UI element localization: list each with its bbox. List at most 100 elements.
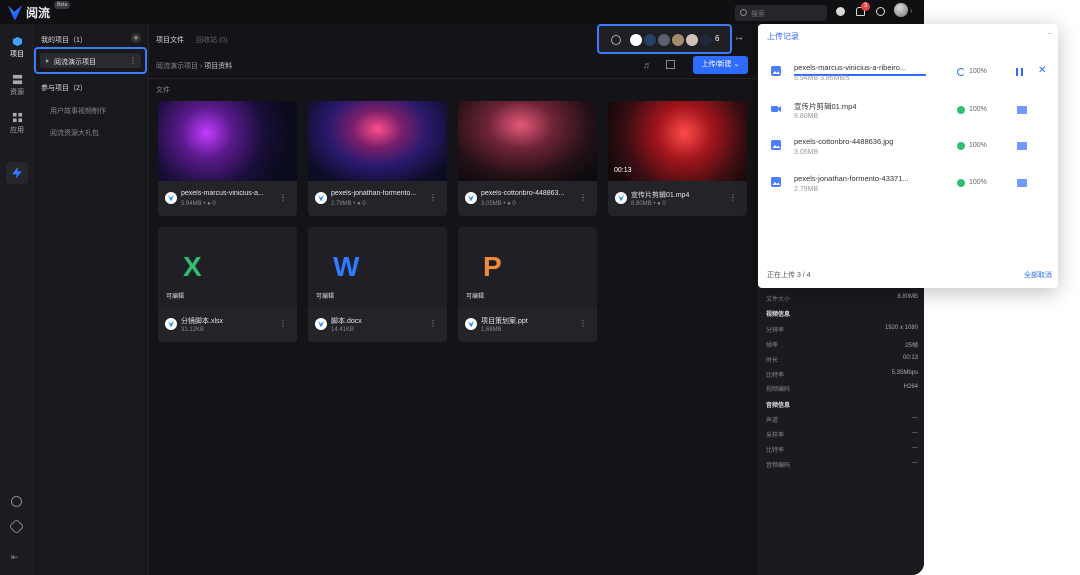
more-icon[interactable]: ⋮ (729, 193, 737, 202)
rail-item-projects[interactable]: 项目 (0, 36, 34, 59)
rail-item-resources[interactable]: 资源 (0, 74, 34, 97)
app-logo[interactable]: 阅流 (8, 4, 50, 21)
section-label: 文件 (156, 87, 170, 94)
detail-value: 8.80MB (897, 294, 918, 300)
more-icon[interactable]: ⋮ (579, 193, 587, 202)
link-icon[interactable] (11, 496, 22, 507)
folder-icon[interactable] (1017, 179, 1027, 187)
app-badge-icon (465, 318, 477, 330)
file-size: 5.94MB (181, 201, 202, 207)
collapse-icon[interactable]: ⇤ (11, 552, 19, 563)
detail-key: 声道 (766, 418, 779, 424)
detail-row: 时长 00:13 (766, 355, 918, 364)
breadcrumb-parent[interactable]: 阅流演示项目 (156, 63, 198, 70)
collaborator-count: 6 (715, 34, 720, 43)
cancel-all-button[interactable]: 全部取消 (1024, 270, 1052, 280)
add-member-icon[interactable] (611, 35, 621, 45)
folder-icon[interactable] (1017, 106, 1027, 114)
more-icon[interactable]: ⋮ (579, 319, 587, 328)
image-file-icon (771, 66, 781, 76)
app-badge-icon (615, 192, 627, 204)
rail-item-apps[interactable]: 应用 (0, 112, 34, 135)
image-file-icon (771, 140, 781, 150)
add-project-button[interactable]: + (131, 33, 141, 43)
upload-percent: 100% (969, 179, 987, 186)
file-meta: 3.05MB • ● 0 (481, 201, 516, 207)
file-name: pexels-marcus-vinicius-a... (181, 190, 264, 197)
file-size: 3.05MB (481, 201, 502, 207)
file-size: 14.41KB (331, 327, 355, 333)
more-icon[interactable]: ⋮ (279, 193, 287, 202)
file-card[interactable]: 00:13 宣传片剪辑01.mp4 8.80MB • ● 0 ⋮ (608, 101, 747, 216)
upload-file-name: pexels-jonathan-formento-43371... (794, 174, 909, 183)
comment-count: 0 (512, 201, 516, 207)
caret-right-icon (46, 59, 49, 63)
detail-key: 帧率 (766, 343, 779, 349)
sidebar-item-joined[interactable]: 阅流资源大礼包 (50, 128, 99, 138)
file-card[interactable]: pexels-cottonbro-448863... 3.05MB • ● 0 … (458, 101, 597, 216)
tag-icon[interactable] (8, 518, 25, 535)
check-circle-icon (957, 142, 965, 150)
collaborators-group[interactable]: 6 (597, 24, 732, 54)
file-card[interactable]: pexels-marcus-vinicius-a... 5.94MB • ● 0… (158, 101, 297, 216)
nav-rail: 项目 资源 应用 ⇤ (0, 24, 34, 575)
logo-mark-icon (8, 5, 22, 20)
upload-status: 正在上传 3 / 4 (767, 272, 811, 279)
chevron-right-icon[interactable]: › (910, 6, 913, 15)
more-icon[interactable]: ⋮ (429, 193, 437, 202)
divider (149, 78, 757, 79)
video-duration: 00:13 (614, 167, 632, 174)
file-card[interactable]: X 可编辑 分镜脚本.xlsx 31.12KB ⋮ (158, 227, 297, 342)
popup-title: 上传记录 (767, 32, 799, 41)
tab-project-files[interactable]: 项目文件 (156, 37, 184, 44)
app-shortcut-icon[interactable] (6, 162, 28, 184)
detail-value: 5.35Mbps (891, 370, 918, 376)
sidebar-item-joined[interactable]: 用户故事视频制作 (50, 106, 106, 116)
sort-icon[interactable]: ♬ (643, 60, 652, 70)
share-icon[interactable]: ↦ (736, 34, 743, 43)
upload-speed: 3.86MB/s (820, 75, 850, 82)
rail-label: 资源 (10, 89, 24, 96)
comment-count: 0 (362, 201, 366, 207)
pause-icon[interactable] (1016, 68, 1023, 76)
avatar (629, 33, 643, 47)
powerpoint-icon: P (483, 251, 502, 282)
thumbnail: P 可编辑 (458, 227, 597, 307)
app-name: 阅流 (26, 6, 51, 20)
check-circle-icon (957, 106, 965, 114)
more-icon[interactable]: ⋮ (279, 319, 287, 328)
help-icon[interactable] (876, 7, 885, 16)
avatar (671, 33, 685, 47)
stack-icon (12, 74, 22, 85)
detail-key: 文件大小 (766, 297, 791, 303)
file-card[interactable]: pexels-jonathan-formento... 2.79MB • ● 0… (308, 101, 447, 216)
file-meta: 2.79MB • ● 0 (331, 201, 366, 207)
folder-icon[interactable] (1017, 142, 1027, 150)
file-meta: 8.80MB • ● 0 (631, 201, 666, 207)
thumbnail: W 可编辑 (308, 227, 447, 307)
more-icon[interactable]: ⋮ (129, 56, 137, 65)
thumbnail (158, 101, 297, 181)
user-avatar[interactable] (894, 3, 908, 17)
add-icon[interactable] (836, 7, 845, 16)
upload-file-name: pexels-marcus-vinicius-a-ribeiro... (794, 63, 907, 72)
detail-key: 采样率 (766, 433, 785, 439)
file-name: 项目策划案.ppt (481, 318, 528, 325)
editable-badge: 可编辑 (316, 294, 335, 300)
search-input[interactable]: 搜索 (735, 5, 827, 21)
upload-new-button[interactable]: 上传/新建 ⌄ (693, 56, 748, 74)
close-icon[interactable]: ✕ (1038, 65, 1046, 76)
detail-key: 比特率 (766, 373, 785, 379)
more-icon[interactable]: ⋮ (429, 319, 437, 328)
thumbnail: X 可编辑 (158, 227, 297, 307)
excel-icon: X (183, 251, 202, 282)
file-card[interactable]: P 可编辑 项目策划案.ppt 1.68MB ⋮ (458, 227, 597, 342)
file-card[interactable]: W 可编辑 脚本.docx 14.41KB ⋮ (308, 227, 447, 342)
grid-view-icon[interactable] (666, 60, 675, 69)
tab-recycle-bin[interactable]: 回收站 (0) (196, 37, 228, 44)
sidebar-item-active-project[interactable]: 阅流演示项目 ⋮ (40, 53, 141, 68)
upload-item: pexels-jonathan-formento-43371... 2.79MB… (758, 165, 1058, 199)
more-icon[interactable]: ··· (1047, 29, 1053, 38)
detail-value: H264 (903, 384, 918, 390)
file-size: 3.05MB (794, 149, 819, 156)
